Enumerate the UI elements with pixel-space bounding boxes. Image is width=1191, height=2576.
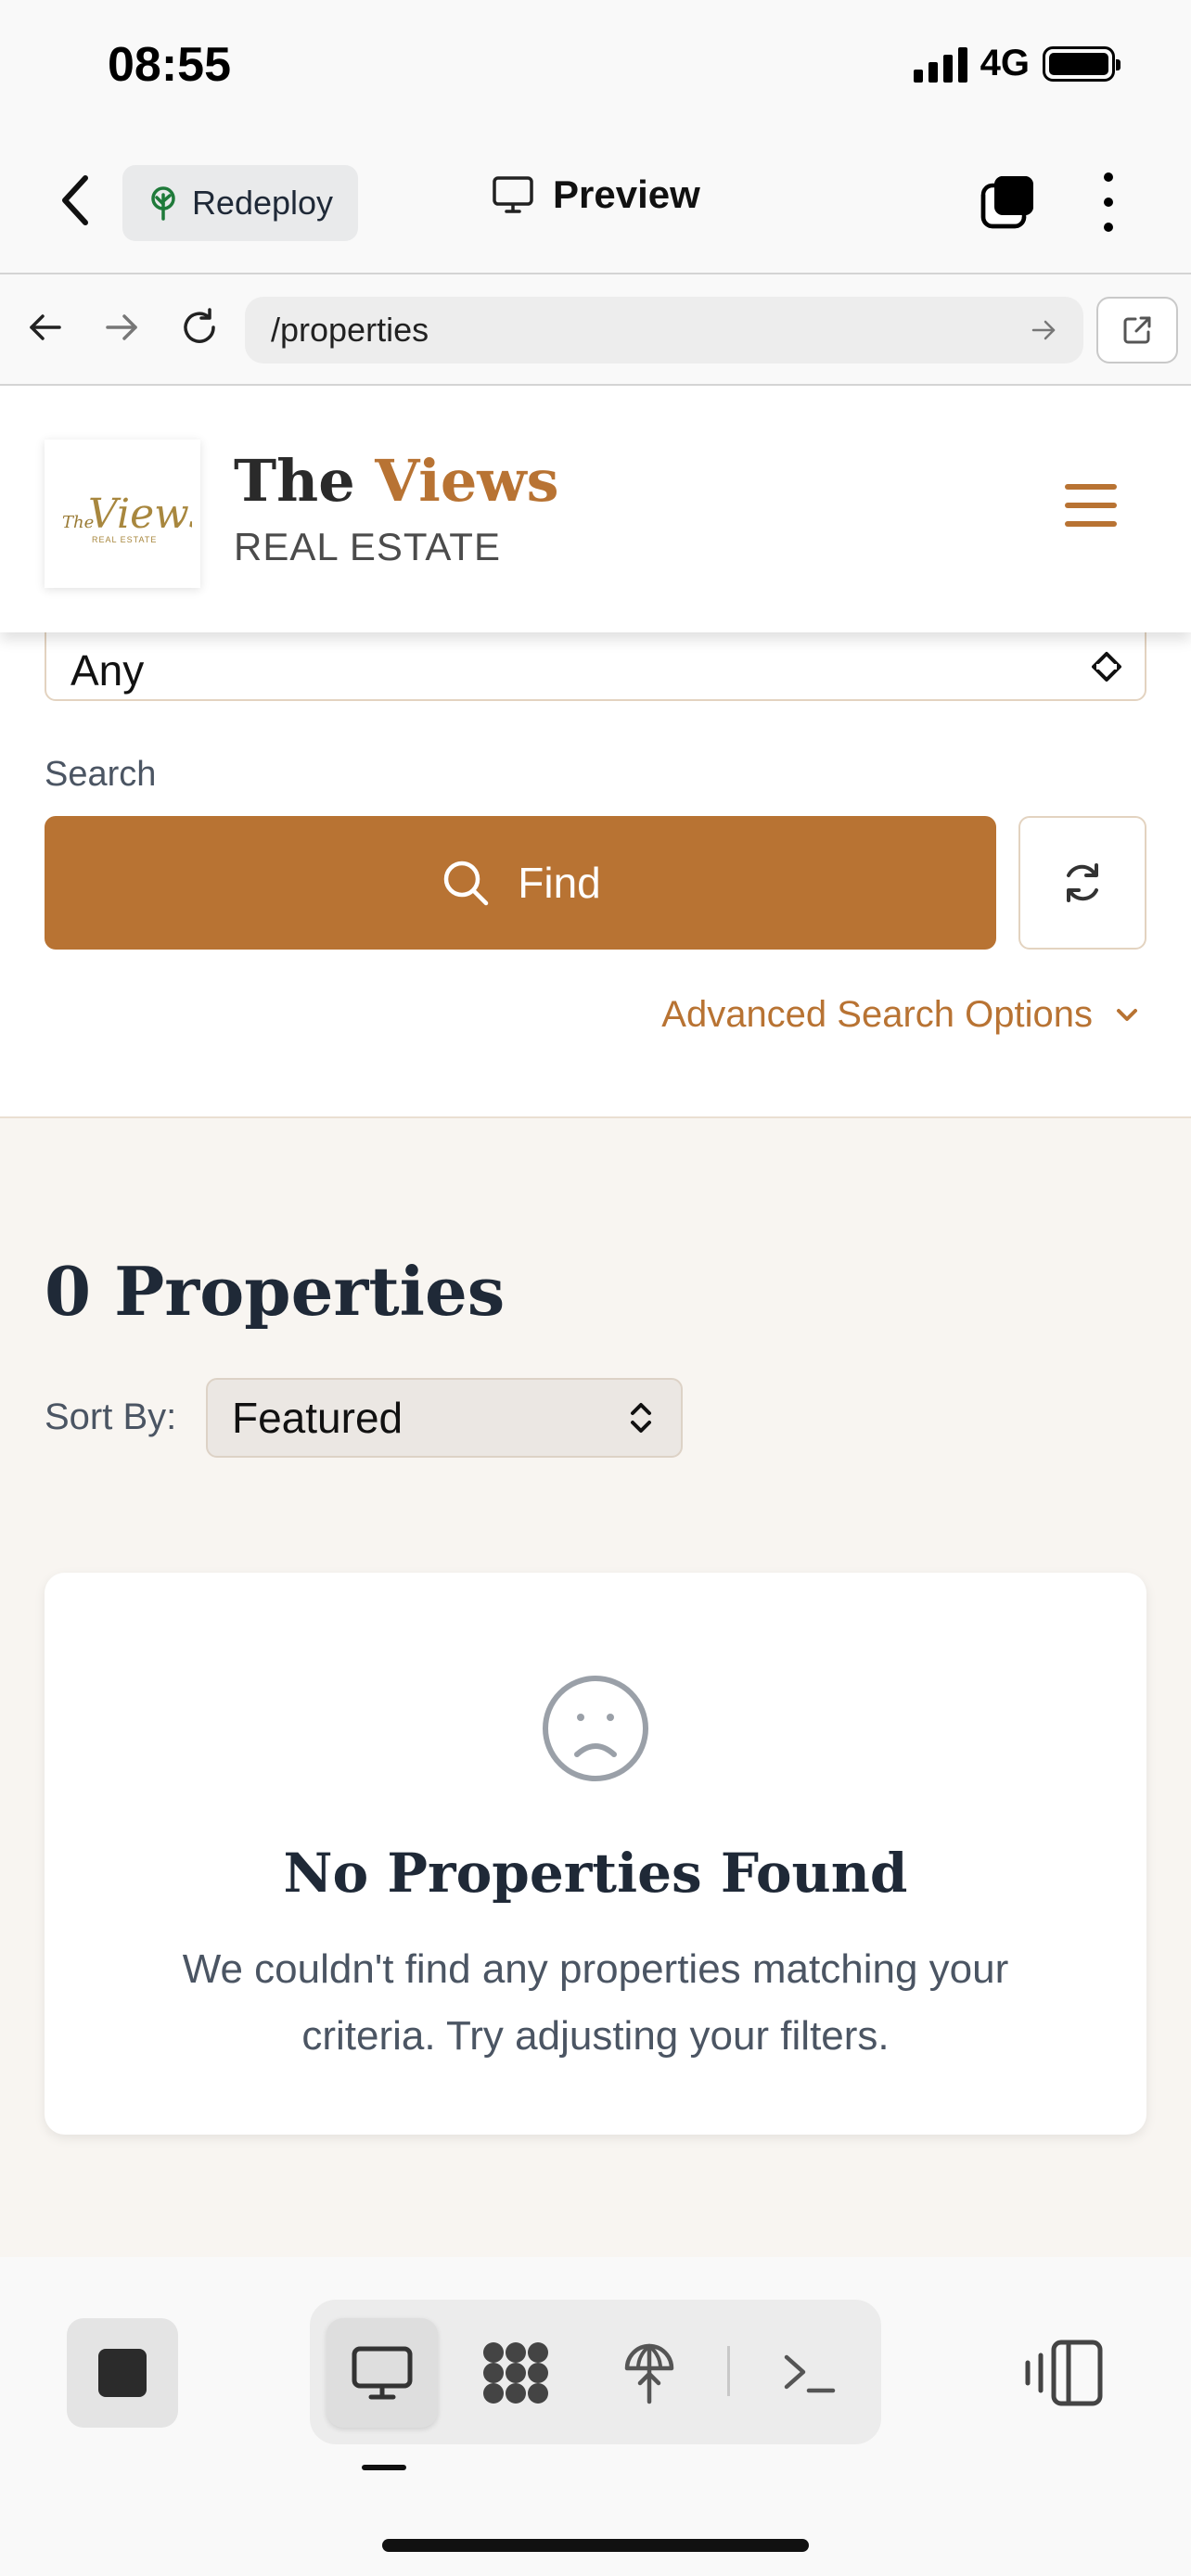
status-indicators: 4G — [913, 43, 1121, 84]
logo-image: The Views REAL ESTATE — [62, 491, 192, 544]
open-external-button[interactable] — [1096, 297, 1178, 363]
filter-select-value: Any — [70, 646, 145, 695]
brand-name-part1: The — [234, 447, 355, 515]
preview-title: Preview — [492, 172, 700, 217]
desktop-icon[interactable] — [327, 2318, 438, 2428]
empty-state-text: We couldn't find any properties matching… — [182, 1946, 1009, 2059]
site-header: The Views REAL ESTATE The Views REAL EST… — [0, 386, 1191, 632]
stop-icon[interactable] — [67, 2318, 178, 2428]
web-page: The Views REAL ESTATE The Views REAL EST… — [0, 386, 1191, 2257]
sort-label: Sort By: — [45, 1396, 177, 1437]
reset-button[interactable] — [1018, 816, 1146, 950]
network-label: 4G — [980, 43, 1030, 83]
external-link-icon — [1123, 316, 1151, 344]
url-field[interactable]: /properties — [245, 297, 1083, 363]
advanced-search-label: Advanced Search Options — [661, 994, 1093, 1035]
monitor-icon — [493, 176, 533, 213]
site-logo[interactable]: The Views REAL ESTATE — [45, 440, 200, 588]
redeploy-label: Redeploy — [191, 184, 334, 222]
chevron-updown-icon — [631, 1403, 651, 1433]
active-mode-indicator — [362, 2465, 406, 2470]
find-button[interactable]: Find — [45, 816, 996, 950]
sort-select[interactable]: Featured — [206, 1378, 683, 1458]
tabs-icon[interactable] — [980, 172, 1037, 230]
url-text: /properties — [271, 311, 429, 349]
tree-icon — [151, 186, 175, 221]
svg-text:Views: Views — [88, 491, 192, 538]
results-count-heading: 0 Properties — [45, 1252, 506, 1331]
hamburger-icon[interactable] — [1065, 484, 1117, 527]
signal-icon — [913, 45, 967, 83]
svg-text:REAL ESTATE: REAL ESTATE — [92, 535, 157, 544]
status-time: 08:55 — [108, 38, 231, 92]
chevron-updown-icon — [1092, 652, 1121, 682]
arrow-left-icon[interactable] — [24, 306, 67, 349]
empty-state-card: No Properties Found We couldn't find any… — [45, 1573, 1146, 2135]
brand-name-part2: Views — [375, 447, 559, 515]
terminal-icon[interactable] — [753, 2318, 864, 2428]
sad-face-icon — [543, 1676, 648, 1781]
mode-separator — [727, 2346, 730, 2396]
brand-subtitle: REAL ESTATE — [234, 525, 501, 568]
find-label: Find — [518, 859, 601, 907]
search-icon — [444, 861, 489, 906]
search-label: Search — [45, 755, 157, 794]
refresh-icon — [1067, 863, 1098, 902]
arrow-go-icon[interactable] — [1030, 316, 1057, 344]
advanced-search-toggle[interactable]: Advanced Search Options — [661, 994, 1139, 1036]
back-icon[interactable] — [58, 172, 95, 228]
results-section: 0 Properties Sort By: Featured No Proper… — [0, 1116, 1191, 2257]
chevron-down-icon — [1117, 1008, 1137, 1021]
battery-icon — [1043, 45, 1121, 82]
preview-label: Preview — [553, 172, 700, 216]
more-icon[interactable] — [1095, 172, 1122, 232]
side-panel-icon[interactable] — [1020, 2337, 1106, 2409]
sort-select-value: Featured — [232, 1394, 403, 1442]
arrow-right-icon[interactable] — [100, 306, 143, 349]
grid-icon[interactable] — [460, 2318, 571, 2428]
globe-icon[interactable] — [594, 2318, 705, 2428]
brand-name: The Views — [234, 447, 559, 515]
empty-state-title: No Properties Found — [283, 1842, 908, 1905]
reload-icon[interactable] — [178, 306, 221, 349]
redeploy-button[interactable]: Redeploy — [122, 165, 358, 241]
home-indicator — [382, 2539, 809, 2552]
